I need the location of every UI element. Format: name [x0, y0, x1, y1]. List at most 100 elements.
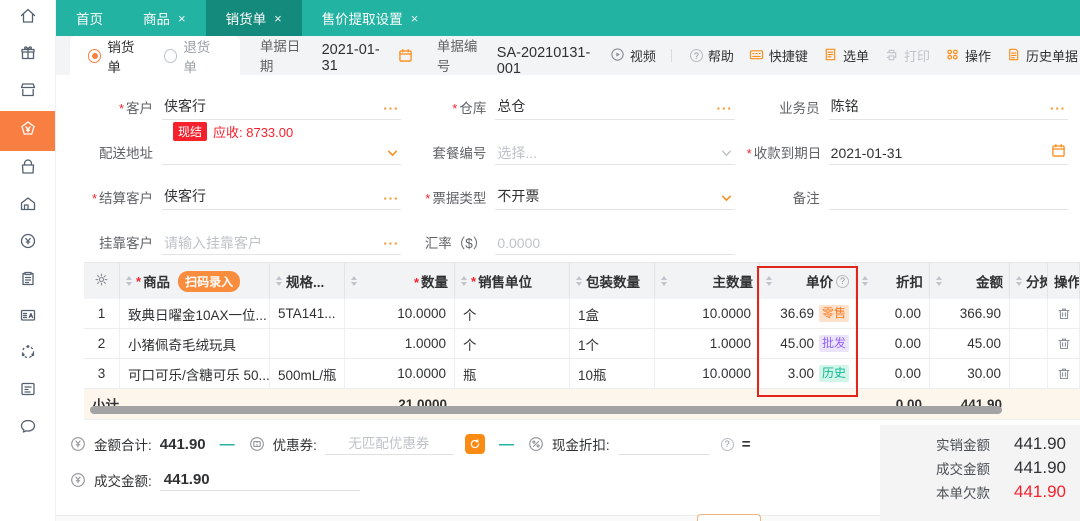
column-settings-button[interactable]	[84, 263, 120, 299]
discount-cell[interactable]: 0.00	[856, 299, 930, 328]
pick-order-button[interactable]: 选单	[823, 46, 869, 65]
affiliate-customer-text[interactable]	[164, 235, 399, 251]
invoice-type-select[interactable]: 不开票	[495, 186, 734, 210]
spec-cell[interactable]	[270, 329, 345, 358]
discount-cell[interactable]: 0.00	[856, 329, 930, 358]
due-date-input[interactable]: 2021-01-31	[829, 141, 1068, 165]
sidebar-item-reports[interactable]	[0, 373, 55, 410]
doc-date-value[interactable]: 2021-01-31	[322, 42, 392, 74]
delete-row-button[interactable]	[1048, 359, 1080, 388]
sort-icon[interactable]	[766, 276, 772, 286]
sort-icon[interactable]	[661, 276, 667, 286]
sidebar-item-purchase[interactable]	[0, 151, 55, 188]
tab-home[interactable]: 首页	[56, 0, 123, 36]
sidebar-item-store[interactable]	[0, 74, 55, 111]
customer-picker-icon[interactable]: ···	[383, 101, 399, 116]
chevron-down-icon[interactable]	[720, 192, 733, 205]
sort-icon[interactable]	[276, 276, 282, 286]
calendar-icon[interactable]	[1051, 143, 1066, 161]
tab-close-icon[interactable]: ×	[178, 11, 186, 26]
remark-text[interactable]	[831, 190, 1066, 206]
tab-price-settings[interactable]: 售价提取设置×	[302, 0, 439, 36]
package-no-input[interactable]	[495, 141, 734, 165]
customer-input[interactable]: 侠客行···	[162, 96, 401, 120]
delivery-address-input[interactable]	[162, 141, 401, 165]
discount-cell[interactable]: 0.00	[856, 359, 930, 388]
cash-discount-help-icon[interactable]: ?	[721, 438, 734, 451]
print-button[interactable]: 打印	[884, 46, 930, 65]
sidebar-item-messages[interactable]	[0, 410, 55, 447]
spec-cell[interactable]: 500mL/瓶	[270, 359, 345, 388]
product-cell[interactable]: 可口可乐/含糖可乐 50...	[120, 359, 270, 388]
header-discount[interactable]: 折扣	[856, 263, 930, 299]
qty-cell[interactable]: 10.0000	[345, 359, 455, 388]
sidebar-item-home[interactable]	[0, 0, 55, 37]
header-share[interactable]: 分摊.	[1010, 263, 1048, 299]
hotkeys-button[interactable]: 快捷键	[749, 46, 808, 65]
calendar-icon[interactable]	[398, 48, 413, 68]
chevron-down-icon[interactable]	[720, 147, 733, 160]
price-cell[interactable]: 36.69零售	[760, 299, 856, 328]
coupon-input[interactable]	[325, 436, 453, 451]
sidebar-item-orders[interactable]	[0, 262, 55, 299]
delete-row-button[interactable]	[1048, 299, 1080, 328]
header-qty[interactable]: *数量	[345, 263, 455, 299]
header-product[interactable]: *商品扫码录入	[120, 263, 270, 299]
sort-icon[interactable]	[862, 276, 868, 286]
help-button[interactable]: ?帮助	[687, 46, 734, 65]
tab-sales-order[interactable]: 销货单×	[206, 0, 302, 36]
warehouse-picker-icon[interactable]: ···	[717, 101, 733, 116]
radio-sales-order[interactable]: 销货单	[88, 36, 146, 75]
unit-cell[interactable]: 个	[455, 329, 570, 358]
sort-icon[interactable]	[1016, 276, 1022, 286]
sidebar-item-share[interactable]	[0, 336, 55, 373]
header-pkg-qty[interactable]: 包装数量	[570, 263, 655, 299]
warehouse-input[interactable]: 总仓···	[495, 96, 734, 120]
qty-cell[interactable]: 1.0000	[345, 329, 455, 358]
affiliate-customer-input[interactable]: ···	[162, 231, 401, 255]
pkg-qty-cell[interactable]: 1个	[570, 329, 655, 358]
sort-icon[interactable]	[351, 276, 357, 286]
header-spec[interactable]: 规格...	[270, 263, 345, 299]
pkg-qty-cell[interactable]: 10瓶	[570, 359, 655, 388]
horizontal-scrollbar[interactable]	[90, 406, 1002, 414]
exchange-rate-input[interactable]	[495, 231, 734, 255]
package-no-text[interactable]	[497, 145, 732, 161]
cash-discount-input[interactable]	[618, 436, 710, 451]
spec-cell[interactable]: 5TA141...	[270, 299, 345, 328]
qty-cell[interactable]: 10.0000	[345, 299, 455, 328]
history-docs-button[interactable]: 历史单据	[1006, 46, 1078, 65]
sidebar-item-sales[interactable]	[0, 111, 55, 151]
price-help-icon[interactable]: ?	[836, 275, 849, 288]
header-main-qty[interactable]: 主数量	[655, 263, 760, 299]
product-cell[interactable]: 小猪佩奇毛绒玩具	[120, 329, 270, 358]
header-amount[interactable]: 金额	[930, 263, 1010, 299]
delivery-address-text[interactable]	[164, 145, 399, 161]
partially-visible-button[interactable]	[697, 514, 761, 521]
header-price[interactable]: 单价?	[760, 263, 856, 299]
pkg-qty-cell[interactable]: 1盒	[570, 299, 655, 328]
settle-customer-input[interactable]: 侠客行···	[162, 186, 401, 210]
radio-return-order[interactable]: 退货单	[164, 36, 222, 75]
salesman-picker-icon[interactable]: ···	[1050, 101, 1066, 116]
sidebar-item-funds[interactable]	[0, 225, 55, 262]
salesman-input[interactable]: 陈铭···	[829, 96, 1068, 120]
sort-icon[interactable]	[576, 276, 582, 286]
tab-close-icon[interactable]: ×	[411, 11, 419, 26]
doc-number-value[interactable]: SA-20210131-001	[497, 45, 610, 76]
deal-amount-input-wrap[interactable]: 441.90	[160, 469, 360, 491]
video-button[interactable]: 视频	[610, 46, 656, 65]
scan-entry-button[interactable]: 扫码录入	[178, 271, 240, 292]
price-cell[interactable]: 45.00批发	[760, 329, 856, 358]
refresh-coupon-button[interactable]	[465, 434, 485, 454]
chevron-down-icon[interactable]	[386, 147, 399, 160]
header-unit[interactable]: *销售单位	[455, 263, 570, 299]
sort-icon[interactable]	[126, 276, 132, 286]
tab-close-icon[interactable]: ×	[274, 11, 282, 26]
sort-icon[interactable]	[936, 276, 942, 286]
product-cell[interactable]: 致典日曜金10AX一位...	[120, 299, 270, 328]
unit-cell[interactable]: 瓶	[455, 359, 570, 388]
exchange-rate-text[interactable]	[497, 235, 732, 251]
sidebar-item-gift[interactable]	[0, 37, 55, 74]
remark-input[interactable]	[829, 186, 1068, 210]
